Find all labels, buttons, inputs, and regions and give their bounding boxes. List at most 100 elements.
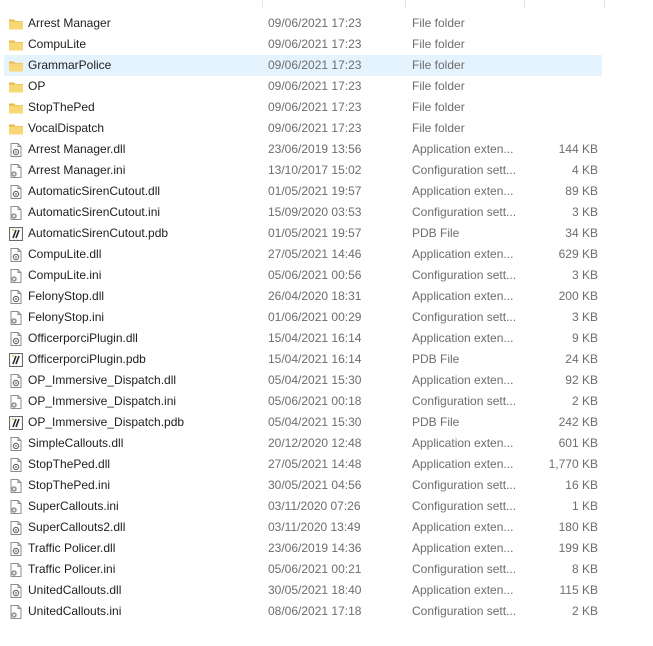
date-modified: 23/06/2019 13:56 (268, 142, 362, 156)
pdb-file-icon (8, 352, 24, 368)
date-modified: 09/06/2021 17:23 (268, 121, 362, 135)
file-name: AutomaticSirenCutout.pdb (28, 226, 169, 240)
file-type: File folder (412, 79, 465, 93)
file-name: OfficerporciPlugin.dll (28, 331, 138, 345)
folder-icon (8, 58, 24, 74)
ini-file-icon (8, 478, 24, 494)
file-type: Application exten... (412, 583, 514, 597)
date-modified: 23/06/2019 14:36 (268, 541, 362, 555)
column-separator[interactable] (405, 0, 406, 8)
file-row[interactable]: OfficerporciPlugin.dll 15/04/2021 16:14 Ap… (0, 328, 653, 349)
file-type: Configuration sett... (412, 205, 517, 219)
file-row[interactable]: OP_Immersive_Dispatch.ini 05/06/2021 00:1… (0, 391, 653, 412)
folder-row[interactable]: GrammarPolice 09/06/2021 17:23 File folder (0, 55, 653, 76)
file-list: Arrest Manager 09/06/2021 17:23 File folde… (0, 13, 653, 622)
file-name: SuperCallouts.ini (28, 499, 119, 513)
date-modified: 05/06/2021 00:18 (268, 394, 362, 408)
date-modified: 30/05/2021 04:56 (268, 478, 362, 492)
file-name: UnitedCallouts.ini (28, 604, 122, 618)
file-row[interactable]: FelonyStop.dll 26/04/2020 18:31 Applicatio… (0, 286, 653, 307)
date-modified: 08/06/2021 17:18 (268, 604, 362, 618)
file-size: 24 KB (565, 352, 598, 366)
file-type: Application exten... (412, 142, 514, 156)
date-modified: 27/05/2021 14:48 (268, 457, 362, 471)
file-row[interactable]: CompuLite.ini 05/06/2021 00:56 Configurati… (0, 265, 653, 286)
ini-file-icon (8, 268, 24, 284)
file-name: CompuLite.ini (28, 268, 102, 282)
file-row[interactable]: UnitedCallouts.ini 08/06/2021 17:18 Config… (0, 601, 653, 622)
file-type: PDB File (412, 415, 460, 429)
file-row[interactable]: SimpleCallouts.dll 20/12/2020 12:48 Applic… (0, 433, 653, 454)
file-type: File folder (412, 121, 465, 135)
file-row[interactable]: StopThePed.ini 30/05/2021 04:56 Configurat… (0, 475, 653, 496)
file-row[interactable]: UnitedCallouts.dll 30/05/2021 18:40 Applic… (0, 580, 653, 601)
file-name: StopThePed (28, 100, 95, 114)
file-row[interactable]: AutomaticSirenCutout.dll 01/05/2021 19:57… (0, 181, 653, 202)
pdb-file-icon (8, 226, 24, 242)
file-size: 115 KB (559, 583, 598, 597)
file-name: StopThePed.ini (28, 478, 111, 492)
file-size: 200 KB (558, 289, 598, 303)
file-row[interactable]: Traffic Policer.dll 23/06/2019 14:36 Appli… (0, 538, 653, 559)
file-row[interactable]: Arrest Manager.ini 13/10/2017 15:02 Config… (0, 160, 653, 181)
file-row[interactable]: AutomaticSirenCutout.pdb 01/05/2021 19:57… (0, 223, 653, 244)
date-modified: 05/04/2021 15:30 (268, 415, 362, 429)
file-row[interactable]: SuperCallouts.ini 03/11/2020 07:26 Configu… (0, 496, 653, 517)
file-name: OfficerporciPlugin.pdb (28, 352, 146, 366)
folder-row[interactable]: StopThePed 09/06/2021 17:23 File folder (0, 97, 653, 118)
file-type: Configuration sett... (412, 394, 517, 408)
date-modified: 26/04/2020 18:31 (268, 289, 362, 303)
dll-file-icon (8, 331, 24, 347)
file-name: AutomaticSirenCutout.ini (28, 205, 161, 219)
date-modified: 03/11/2020 07:26 (268, 499, 361, 513)
folder-row[interactable]: CompuLite 09/06/2021 17:23 File folder (0, 34, 653, 55)
file-name: AutomaticSirenCutout.dll (28, 184, 161, 198)
file-size: 3 KB (571, 268, 598, 282)
file-type: PDB File (412, 226, 460, 240)
file-row[interactable]: OP_Immersive_Dispatch.pdb 05/04/2021 15:3… (0, 412, 653, 433)
folder-row[interactable]: Arrest Manager 09/06/2021 17:23 File folde… (0, 13, 653, 34)
folder-row[interactable]: VocalDispatch 09/06/2021 17:23 File folder (0, 118, 653, 139)
file-size: 3 KB (571, 310, 598, 324)
file-name: OP (28, 79, 46, 93)
date-modified: 09/06/2021 17:23 (268, 79, 362, 93)
file-name: OP_Immersive_Dispatch.pdb (28, 415, 185, 429)
date-modified: 09/06/2021 17:23 (268, 37, 362, 51)
file-type: Application exten... (412, 331, 514, 345)
folder-icon (8, 16, 24, 32)
file-row[interactable]: Arrest Manager.dll 23/06/2019 13:56 Applic… (0, 139, 653, 160)
file-size: 199 KB (558, 541, 598, 555)
file-name: GrammarPolice (28, 58, 112, 72)
column-separator[interactable] (524, 0, 525, 8)
dll-file-icon (8, 520, 24, 536)
file-row[interactable]: FelonyStop.ini 01/06/2021 00:29 Configurat… (0, 307, 653, 328)
dll-file-icon (8, 436, 24, 452)
dll-file-icon (8, 289, 24, 305)
date-modified: 15/04/2021 16:14 (268, 331, 362, 345)
folder-icon (8, 79, 24, 95)
date-modified: 05/04/2021 15:30 (268, 373, 362, 387)
file-name: Traffic Policer.ini (28, 562, 116, 576)
file-type: Application exten... (412, 436, 514, 450)
dll-file-icon (8, 184, 24, 200)
folder-icon (8, 121, 24, 137)
file-row[interactable]: AutomaticSirenCutout.ini 15/09/2020 03:53… (0, 202, 653, 223)
file-row[interactable]: CompuLite.dll 27/05/2021 14:46 Application… (0, 244, 653, 265)
file-row[interactable]: OfficerporciPlugin.pdb 15/04/2021 16:14 PD… (0, 349, 653, 370)
file-row[interactable]: StopThePed.dll 27/05/2021 14:48 Applicatio… (0, 454, 653, 475)
column-separator[interactable] (604, 0, 605, 8)
file-type: Application exten... (412, 541, 514, 555)
ini-file-icon (8, 310, 24, 326)
file-type: Application exten... (412, 289, 514, 303)
file-type: Configuration sett... (412, 310, 517, 324)
file-row[interactable]: SuperCallouts2.dll 03/11/2020 13:49 Applic… (0, 517, 653, 538)
file-row[interactable]: Traffic Policer.ini 05/06/2021 00:21 Confi… (0, 559, 653, 580)
column-separator[interactable] (262, 0, 263, 8)
file-name: Arrest Manager (28, 16, 111, 30)
date-modified: 01/05/2021 19:57 (268, 184, 362, 198)
folder-row[interactable]: OP 09/06/2021 17:23 File folder (0, 76, 653, 97)
file-row[interactable]: OP_Immersive_Dispatch.dll 05/04/2021 15:3… (0, 370, 653, 391)
dll-file-icon (8, 373, 24, 389)
file-size: 629 KB (558, 247, 598, 261)
file-name: VocalDispatch (28, 121, 105, 135)
